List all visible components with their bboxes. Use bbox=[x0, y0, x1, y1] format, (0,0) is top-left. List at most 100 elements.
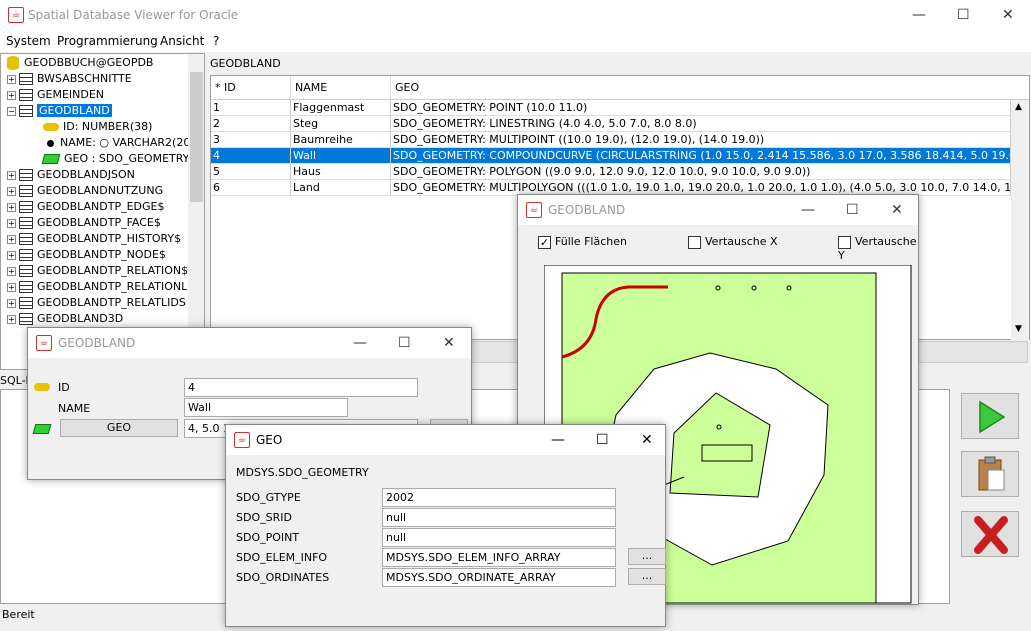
close-button[interactable]: ✕ bbox=[891, 203, 903, 217]
maximize-button[interactable]: ☐ bbox=[846, 203, 859, 217]
collapse-icon[interactable]: − bbox=[7, 106, 16, 116]
tree-item-bwsabschnitte[interactable]: + BWSABSCHNITTE bbox=[7, 71, 132, 87]
table-cell-selected[interactable]: SDO_GEOMETRY: COMPOUNDCURVE (CIRCULARSTR… bbox=[391, 148, 1011, 164]
table-cell[interactable]: SDO_GEOMETRY: POLYGON ((9.0 9.0, 12.0 9.… bbox=[391, 164, 1011, 180]
expand-icon[interactable]: + bbox=[7, 282, 16, 292]
table-cell[interactable]: Baumreihe bbox=[291, 132, 391, 148]
tree-item[interactable]: + GEODBLANDTP_FACE$ bbox=[7, 215, 161, 231]
sdo-elem-info-field[interactable]: MDSYS.SDO_ELEM_INFO_ARRAY bbox=[382, 548, 616, 567]
column-dot-icon bbox=[47, 139, 54, 147]
sdo-point-field[interactable]: null bbox=[382, 528, 616, 547]
expand-icon[interactable]: + bbox=[7, 170, 16, 180]
scroll-up-icon[interactable]: ▲ bbox=[1015, 102, 1022, 112]
tree-root[interactable]: GEODBBUCH@GEOPDB bbox=[7, 55, 153, 71]
tree-item[interactable]: + GEODBLANDTP_RELATLIDS bbox=[7, 295, 186, 311]
expand-icon[interactable]: + bbox=[7, 298, 16, 308]
table-icon bbox=[19, 281, 33, 293]
menu-bar: System Programmierung Ansicht ? bbox=[0, 30, 1031, 52]
table-cell[interactable]: 3 bbox=[211, 132, 291, 148]
tree-item[interactable]: + GEODBLANDNUTZUNG bbox=[7, 183, 163, 199]
expand-icon[interactable]: + bbox=[7, 218, 16, 228]
tree-column-id[interactable]: ID: NUMBER(38) bbox=[43, 119, 152, 135]
execute-button[interactable] bbox=[961, 393, 1019, 439]
table-icon bbox=[19, 233, 33, 245]
close-button[interactable]: ✕ bbox=[641, 433, 653, 447]
menu-ansicht[interactable]: Ansicht bbox=[160, 34, 204, 48]
tree-item[interactable]: + GEODBLANDTP_NODE$ bbox=[7, 247, 166, 263]
checkmark-icon: ✓ bbox=[538, 235, 551, 249]
table-cell[interactable]: SDO_GEOMETRY: LINESTRING (4.0 4.0, 5.0 7… bbox=[391, 116, 1011, 132]
table-cell[interactable]: Haus bbox=[291, 164, 391, 180]
expand-icon[interactable]: + bbox=[7, 186, 16, 196]
maximize-button[interactable]: ☐ bbox=[957, 8, 970, 22]
minimize-button[interactable]: — bbox=[801, 203, 815, 217]
table-cell[interactable]: Flaggenmast bbox=[291, 100, 391, 116]
sdo-ordinates-label: SDO_ORDINATES bbox=[236, 571, 330, 584]
maximize-button[interactable]: ☐ bbox=[398, 336, 411, 350]
menu-help[interactable]: ? bbox=[213, 34, 219, 48]
table-panel-title: GEODBLAND bbox=[210, 57, 281, 70]
expand-icon[interactable]: + bbox=[7, 266, 16, 276]
table-cell[interactable]: 1 bbox=[211, 100, 291, 116]
fill-areas-checkbox[interactable]: ✓ Fülle Flächen bbox=[538, 235, 627, 249]
expand-icon[interactable]: + bbox=[7, 314, 16, 324]
sdo-gtype-field[interactable]: 2002 bbox=[382, 488, 616, 507]
menu-programmierung[interactable]: Programmierung bbox=[57, 34, 158, 48]
minimize-button[interactable]: — bbox=[353, 336, 367, 350]
sdo-ordinates-field[interactable]: MDSYS.SDO_ORDINATE_ARRAY bbox=[382, 568, 616, 587]
column-header-geo[interactable]: GEO bbox=[391, 76, 1029, 100]
schema-tree: GEODBBUCH@GEOPDB + BWSABSCHNITTE + GEMEIND… bbox=[0, 53, 205, 370]
sdo-elem-info-button[interactable]: ... bbox=[628, 548, 666, 565]
tree-item[interactable]: + GEODBLANDTP_EDGE$ bbox=[7, 199, 165, 215]
table-cell-selected[interactable]: Wall bbox=[291, 148, 391, 164]
close-button[interactable]: ✕ bbox=[1002, 8, 1014, 22]
close-button[interactable]: ✕ bbox=[443, 336, 455, 350]
table-cell[interactable]: 2 bbox=[211, 116, 291, 132]
minimize-button[interactable]: — bbox=[551, 433, 565, 447]
cancel-button[interactable] bbox=[961, 511, 1019, 557]
table-cell-selected[interactable]: 4 bbox=[211, 148, 291, 164]
tree-column-name[interactable]: NAME: ○ VARCHAR2(20) bbox=[43, 135, 195, 151]
play-icon bbox=[979, 400, 1006, 434]
sdo-ordinates-button[interactable]: ... bbox=[628, 568, 666, 585]
tree-item[interactable]: + GEODBLANDTP_RELATIONL bbox=[7, 279, 187, 295]
table-cell[interactable]: 5 bbox=[211, 164, 291, 180]
tree-scroll-thumb[interactable] bbox=[190, 72, 203, 202]
expand-icon[interactable]: + bbox=[7, 234, 16, 244]
table-cell[interactable]: SDO_GEOMETRY: POINT (10.0 11.0) bbox=[391, 100, 1011, 116]
menu-system[interactable]: System bbox=[6, 34, 51, 48]
paste-button[interactable] bbox=[961, 451, 1019, 497]
column-header-id[interactable]: * ID bbox=[211, 76, 291, 100]
expand-icon[interactable]: + bbox=[7, 250, 16, 260]
swap-y-checkbox[interactable]: Vertausche Y bbox=[838, 235, 918, 262]
java-app-icon: ☕ bbox=[8, 7, 24, 23]
geometry-type-label: MDSYS.SDO_GEOMETRY bbox=[236, 466, 369, 479]
tree-item[interactable]: + GEODBLANDTP_HISTORY$ bbox=[7, 231, 181, 247]
column-header-name[interactable]: NAME bbox=[291, 76, 391, 100]
tree-item-geodbland[interactable]: − GEODBLAND bbox=[7, 103, 112, 119]
minimize-button[interactable]: — bbox=[912, 8, 926, 22]
tree-item[interactable]: + GEODBLAND3D bbox=[7, 311, 123, 327]
swap-x-checkbox[interactable]: Vertausche X bbox=[688, 235, 778, 249]
name-field[interactable]: Wall bbox=[184, 398, 348, 417]
tree-item[interactable]: + GEODBLANDJSON bbox=[7, 167, 135, 183]
table-vertical-scrollbar[interactable]: ▲ ▼ bbox=[1011, 100, 1029, 340]
maximize-button[interactable]: ☐ bbox=[596, 433, 609, 447]
expand-icon[interactable]: + bbox=[7, 90, 16, 100]
geo-button[interactable]: GEO bbox=[60, 419, 178, 437]
java-app-icon: ☕ bbox=[36, 335, 52, 351]
tree-column-geo[interactable]: GEO : SDO_GEOMETRY bbox=[41, 151, 189, 167]
sdo-elem-info-label: SDO_ELEM_INFO bbox=[236, 551, 328, 564]
map-dialog-title: GEODBLAND bbox=[548, 203, 626, 217]
scroll-down-icon[interactable]: ▼ bbox=[1015, 324, 1022, 334]
table-cell[interactable]: Land bbox=[291, 180, 391, 196]
table-cell[interactable]: Steg bbox=[291, 116, 391, 132]
tree-item-gemeinden[interactable]: + GEMEINDEN bbox=[7, 87, 104, 103]
sdo-srid-field[interactable]: null bbox=[382, 508, 616, 527]
tree-item[interactable]: + GEODBLANDTP_RELATION$ bbox=[7, 263, 188, 279]
expand-icon[interactable]: + bbox=[7, 202, 16, 212]
expand-icon[interactable]: + bbox=[7, 74, 16, 84]
table-cell[interactable]: 6 bbox=[211, 180, 291, 196]
id-field[interactable]: 4 bbox=[184, 378, 418, 397]
table-cell[interactable]: SDO_GEOMETRY: MULTIPOINT ((10.0 19.0), (… bbox=[391, 132, 1011, 148]
